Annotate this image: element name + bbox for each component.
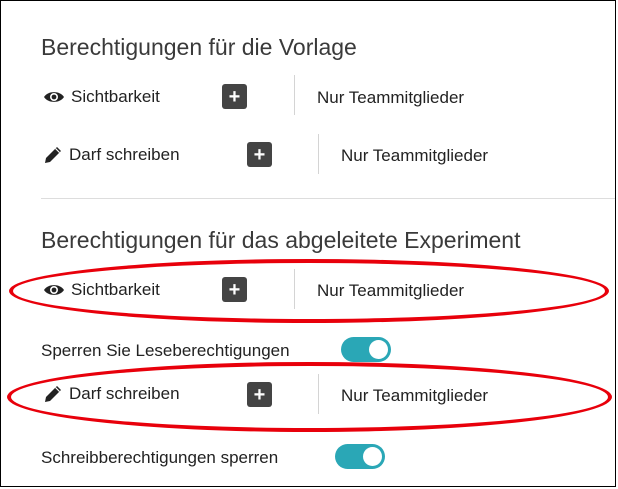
template-visibility-text: Sichtbarkeit [71, 87, 160, 106]
template-visibility-label: Sichtbarkeit [43, 87, 160, 107]
toggle-knob [363, 447, 382, 466]
experiment-permissions-heading: Berechtigungen für das abgeleitete Exper… [41, 227, 521, 253]
template-visibility-add-button[interactable]: + [222, 84, 247, 109]
template-write-text: Darf schreiben [69, 145, 180, 164]
separator [318, 134, 319, 174]
template-write-add-button[interactable]: + [247, 142, 272, 167]
template-visibility-value: Nur Teammitglieder [317, 88, 465, 107]
toggle-knob [369, 340, 388, 359]
highlight-ellipse-write [7, 362, 612, 432]
template-write-label: Darf schreiben [43, 145, 180, 165]
highlight-ellipse-visibility [9, 259, 609, 323]
lock-read-permissions-label: Sperren Sie Leseberechtigungen [41, 341, 290, 360]
lock-write-permissions-label: Schreibberechtigungen sperren [41, 448, 279, 467]
eye-icon [44, 92, 64, 102]
template-write-value: Nur Teammitglieder [341, 146, 489, 165]
pencil-icon [45, 147, 61, 163]
separator [294, 75, 295, 115]
lock-read-permissions-toggle[interactable] [341, 337, 391, 362]
template-permissions-heading: Berechtigungen für die Vorlage [41, 34, 357, 60]
lock-write-permissions-toggle[interactable] [335, 444, 385, 469]
section-divider [41, 198, 615, 199]
screenshot-frame: Berechtigungen für die Vorlage Sichtbark… [0, 0, 616, 487]
